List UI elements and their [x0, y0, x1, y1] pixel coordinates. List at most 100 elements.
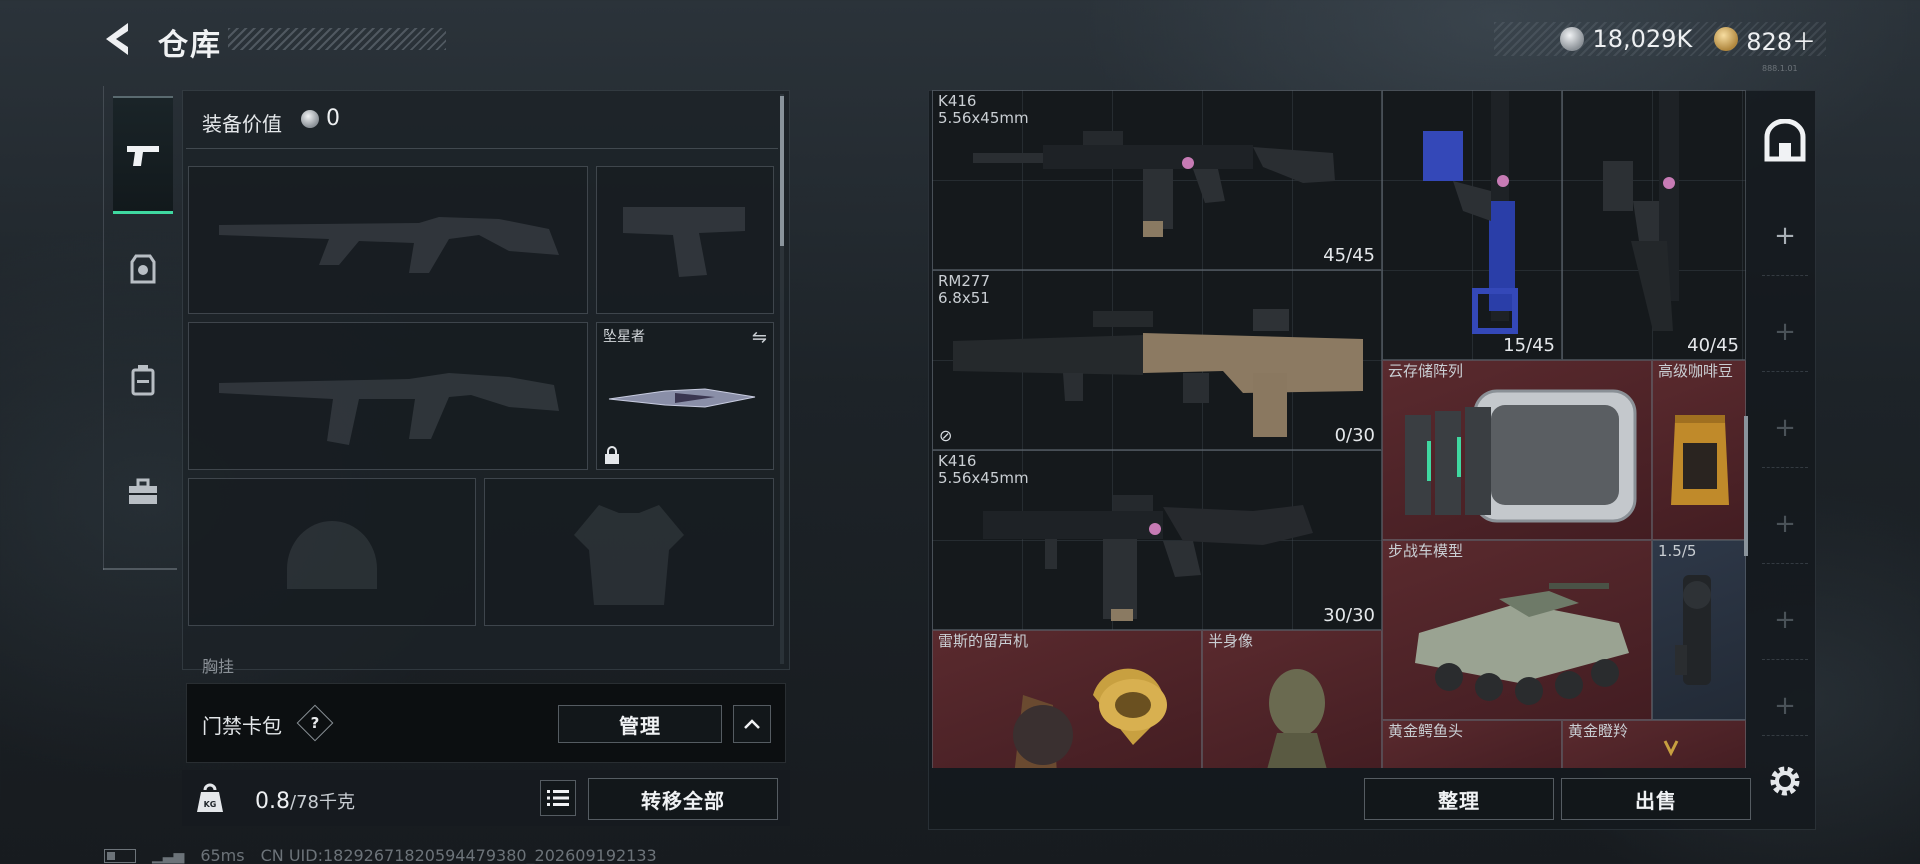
battery-icon — [104, 848, 136, 863]
chevron-up-icon — [744, 719, 760, 729]
gramophone-icon — [1013, 668, 1167, 768]
version-text: 888.1.01 — [1762, 64, 1798, 73]
add-stash-tab-button[interactable]: + — [1762, 676, 1808, 736]
sell-button[interactable]: 出售 — [1561, 778, 1751, 820]
list-view-button[interactable] — [540, 780, 576, 816]
no-trade-icon: ⊘ — [939, 426, 953, 445]
body-armor-slot[interactable] — [484, 478, 774, 626]
helmet-slot[interactable] — [188, 478, 476, 626]
rifle-vertical-icon — [1423, 91, 1518, 334]
back-arrow-icon[interactable] — [100, 20, 136, 58]
stash-item[interactable]: 高级咖啡豆 — [1652, 360, 1746, 540]
divider — [186, 148, 778, 149]
loadout-scroll-thumb[interactable] — [780, 96, 784, 246]
stash-item[interactable]: 云存储阵列 — [1382, 360, 1652, 540]
stash-item[interactable]: RM277 6.8x51 ⊘ 0/30 — [932, 270, 1382, 450]
item-name: 半身像 — [1208, 632, 1254, 650]
stash-item[interactable]: 1.5/5 — [1652, 540, 1746, 720]
tab-armor[interactable] — [113, 238, 173, 302]
melee-slot[interactable]: 坠星者 ⇋ — [596, 322, 774, 470]
lock-icon — [605, 446, 619, 464]
case-icon — [129, 478, 157, 504]
item-durability: 0/30 — [1334, 425, 1375, 446]
stash-tab-main[interactable] — [1762, 106, 1808, 176]
equipment-value-label: 装备价值 — [202, 112, 282, 136]
coin-icon — [301, 110, 319, 128]
list-icon — [547, 790, 569, 806]
signal-icon: ▁▃▅ — [152, 847, 185, 864]
stash-item[interactable]: K416 5.56x45mm 30/30 — [932, 450, 1382, 630]
stash-item[interactable]: 黄金鳄鱼头 — [1382, 720, 1562, 768]
add-stash-tab-button[interactable]: + — [1762, 196, 1808, 276]
uid-text: CN UID:18292671820594479380_202609192133 — [260, 846, 657, 864]
ifv-model-icon — [1415, 583, 1629, 705]
bust-icon — [1267, 669, 1327, 768]
item-name: 云存储阵列 — [1388, 362, 1464, 380]
carry-weight: 0.8/78千克 — [255, 789, 355, 814]
add-stash-tab-button[interactable]: + — [1762, 292, 1808, 372]
expand-button[interactable] — [733, 705, 771, 743]
loadout-side-tabs — [103, 86, 177, 570]
stash-item[interactable]: K416 5.56x45mm 45/45 — [932, 90, 1382, 270]
stash-item[interactable]: 40/45 — [1562, 90, 1746, 360]
item-durability: 30/30 — [1323, 605, 1375, 626]
armor-icon — [130, 254, 156, 284]
currency-bar: 18,029K 828＋ — [1494, 22, 1826, 56]
coin-icon — [1560, 27, 1585, 51]
secondary-weapon-slot[interactable] — [188, 322, 588, 470]
page-title: 仓库 — [158, 28, 222, 63]
title-stripe-decoration — [228, 28, 446, 50]
sort-button[interactable]: 整理 — [1364, 778, 1554, 820]
equipment-value: 0 — [326, 106, 340, 131]
item-durability: 15/45 — [1503, 335, 1555, 356]
helmet-silhouette-icon — [287, 521, 377, 589]
tab-weapons[interactable] — [113, 96, 173, 214]
stash-scrollbar[interactable] — [1744, 416, 1748, 556]
chest-rig-slot-label: 胸挂 — [202, 657, 235, 676]
rifle-silhouette-icon — [219, 373, 559, 445]
stash-item[interactable]: 步战车模型 — [1382, 540, 1652, 720]
status-line: ▁▃▅ 65ms CN UID:18292671820594479380_202… — [104, 846, 657, 864]
weight-icon: KG — [197, 783, 223, 812]
sidebar-divider — [103, 568, 177, 570]
melee-name: 坠星者 — [603, 329, 645, 345]
rifle-vertical-icon — [1603, 91, 1679, 331]
transfer-all-button[interactable]: 转移全部 — [588, 778, 778, 820]
primary-weapon-slot[interactable] — [188, 166, 588, 314]
coffee-bag-icon — [1671, 415, 1729, 505]
pistol-silhouette-icon — [623, 207, 745, 277]
item-name: 黄金鳄鱼头 — [1388, 722, 1464, 740]
stash-item[interactable]: 雷斯的留声机 — [932, 630, 1202, 768]
swap-icon[interactable]: ⇋ — [752, 327, 767, 348]
knife-icon — [608, 388, 756, 408]
keycard-label: 门禁卡包 — [202, 714, 282, 738]
stash-item[interactable]: 半身像 — [1202, 630, 1382, 768]
gear-icon[interactable] — [1766, 762, 1804, 800]
armor-silhouette-icon — [574, 505, 684, 605]
item-durability: 45/45 — [1323, 245, 1375, 266]
k416-rifle-icon — [983, 495, 1313, 621]
coin-balance: 18,029K — [1592, 25, 1693, 53]
item-durability: 40/45 — [1687, 335, 1739, 356]
premium-currency-icon — [1714, 27, 1739, 51]
scope-icon — [1675, 575, 1711, 685]
pistol-icon — [127, 145, 159, 166]
add-stash-tab-button[interactable]: + — [1762, 580, 1808, 660]
rifle-silhouette-icon — [219, 217, 559, 273]
item-name: 雷斯的留声机 — [938, 632, 1029, 650]
tab-case[interactable] — [113, 460, 173, 524]
add-stash-tab-button[interactable]: + — [1762, 388, 1808, 468]
backpack-icon — [131, 365, 155, 396]
storage-array-icon — [1405, 389, 1637, 523]
add-stash-tab-button[interactable]: + — [1762, 484, 1808, 564]
premium-balance[interactable]: 828＋ — [1746, 22, 1816, 57]
svg-text:KG: KG — [204, 800, 217, 809]
pistol-slot[interactable] — [596, 166, 774, 314]
ping-text: 65ms — [200, 846, 245, 864]
stash-item[interactable]: 黄金瞪羚 — [1562, 720, 1746, 768]
rm277-rifle-icon — [953, 309, 1363, 437]
manage-button[interactable]: 管理 — [558, 705, 722, 743]
stash-item[interactable]: 15/45 — [1382, 90, 1562, 360]
tab-backpack[interactable] — [113, 348, 173, 412]
warehouse-icon — [1764, 119, 1806, 162]
